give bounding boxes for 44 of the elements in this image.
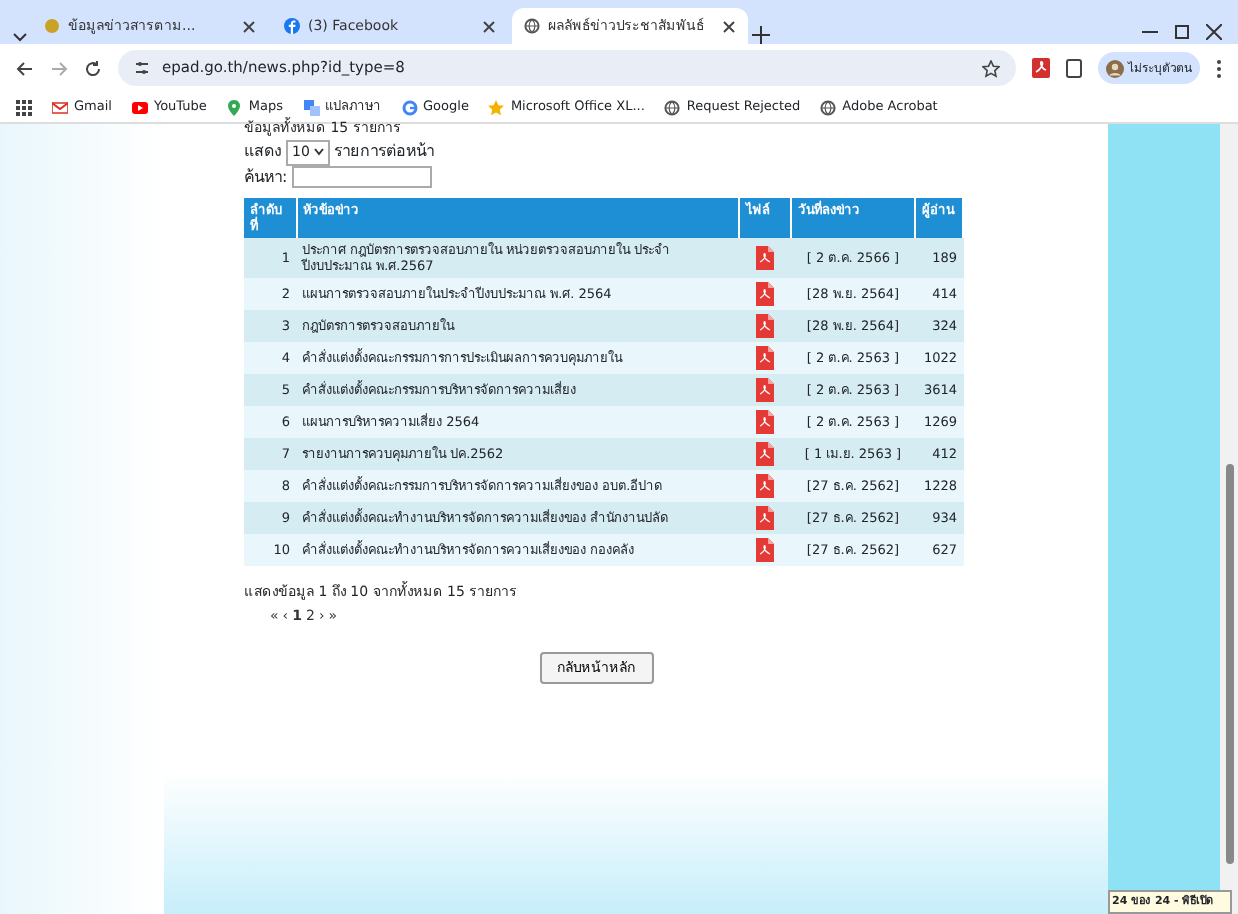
pdf-file-icon[interactable] <box>756 282 774 306</box>
new-tab-icon[interactable] <box>752 26 770 44</box>
scrollbar-thumb[interactable] <box>1225 464 1233 864</box>
close-icon[interactable] <box>242 19 256 33</box>
translate-icon <box>303 99 320 115</box>
tab-list-icon[interactable] <box>12 28 28 44</box>
close-icon[interactable] <box>722 19 736 33</box>
search-field[interactable] <box>291 165 432 188</box>
pdf-file-icon[interactable] <box>756 442 774 466</box>
pdf-file-icon[interactable] <box>756 346 774 370</box>
map-pin-icon <box>226 99 243 115</box>
star-icon[interactable] <box>982 59 1000 77</box>
globe-icon <box>664 99 681 115</box>
show-label: แสดง <box>244 142 282 160</box>
pdf-file-icon[interactable] <box>756 506 774 530</box>
more-icon[interactable] <box>1216 59 1222 77</box>
mail-icon <box>52 99 68 115</box>
caret-icon <box>313 148 324 157</box>
reload-icon[interactable] <box>84 59 102 77</box>
site-info-icon <box>134 60 150 76</box>
pdf-file-icon[interactable] <box>756 474 774 498</box>
clipboard-icon[interactable] <box>1066 58 1082 78</box>
google-icon <box>401 99 418 115</box>
video-icon <box>131 99 148 115</box>
pdf-file-icon[interactable] <box>756 410 774 434</box>
globe-icon <box>524 18 540 34</box>
search-label: ค้นหา: <box>244 167 288 185</box>
apps-grid-icon[interactable] <box>16 99 32 115</box>
pdf-file-icon[interactable] <box>756 245 774 270</box>
facebook-icon <box>284 18 300 34</box>
scrollbar[interactable] <box>1220 124 1238 914</box>
globe-icon <box>820 99 837 115</box>
per-page-label: รายการต่อหน้า <box>333 142 434 160</box>
restore-icon[interactable] <box>1174 24 1190 40</box>
back-icon[interactable] <box>16 59 34 77</box>
pdf-file-icon[interactable] <box>756 538 774 562</box>
pdf-extension-icon[interactable] <box>1032 58 1050 78</box>
close-icon[interactable] <box>482 19 496 33</box>
pdf-file-icon[interactable] <box>756 378 774 402</box>
star-icon <box>488 99 505 115</box>
avatar-icon <box>1106 59 1124 77</box>
close-icon[interactable] <box>1206 24 1222 40</box>
pdf-file-icon[interactable] <box>756 314 774 338</box>
emblem-icon <box>44 18 60 34</box>
